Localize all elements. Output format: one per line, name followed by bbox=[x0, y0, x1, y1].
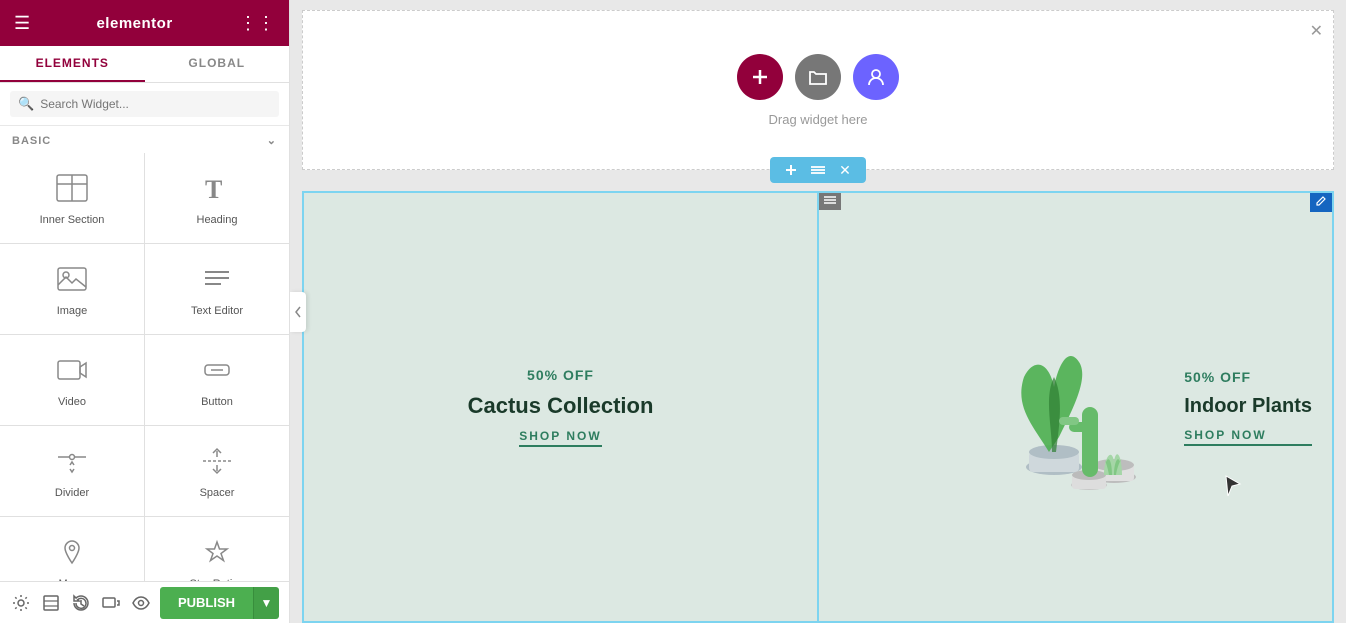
drop-zone-close-btn[interactable]: ✕ bbox=[1310, 21, 1323, 41]
cursor-icon bbox=[1224, 474, 1242, 501]
widgets-grid: Inner Section T Heading Image Text Edito… bbox=[0, 153, 289, 581]
search-input[interactable] bbox=[40, 97, 271, 111]
collapse-handle[interactable] bbox=[290, 292, 306, 332]
banner-right: 50% OFF Indoor Plants SHOP NOW bbox=[817, 193, 1332, 621]
search-icon: 🔍 bbox=[18, 96, 34, 112]
widget-maps[interactable]: Maps bbox=[0, 517, 144, 581]
divider-icon bbox=[56, 447, 88, 479]
tab-elements[interactable]: ELEMENTS bbox=[0, 46, 145, 82]
panel-tabs: ELEMENTS GLOBAL bbox=[0, 46, 289, 83]
banner-right-discount: 50% OFF bbox=[1184, 369, 1312, 385]
section-close-btn[interactable]: ✕ bbox=[832, 157, 858, 183]
publish-main-btn[interactable]: PUBLISH bbox=[160, 587, 253, 619]
section-add-btn[interactable] bbox=[778, 157, 804, 183]
section-label[interactable]: BASIC ⌄ bbox=[0, 126, 289, 153]
image-icon bbox=[56, 265, 88, 297]
canvas-content: ✕ Drag widget here bbox=[290, 0, 1346, 623]
search-input-wrap: 🔍 bbox=[10, 91, 279, 117]
section-move-btn[interactable] bbox=[804, 157, 832, 183]
add-section-btn[interactable] bbox=[737, 54, 783, 100]
widget-button[interactable]: Button bbox=[145, 335, 289, 425]
column-edit-btn[interactable] bbox=[1310, 193, 1332, 212]
video-icon bbox=[56, 356, 88, 388]
star-rating-icon bbox=[201, 538, 233, 570]
add-template-btn[interactable] bbox=[853, 54, 899, 100]
grid-icon[interactable]: ⋮⋮ bbox=[239, 13, 275, 34]
widget-image[interactable]: Image bbox=[0, 244, 144, 334]
section-toolbar: ✕ bbox=[770, 157, 866, 183]
publish-dropdown-btn[interactable]: ▼ bbox=[253, 587, 279, 619]
widget-text-editor-label: Text Editor bbox=[191, 305, 243, 317]
spacer-icon bbox=[201, 447, 233, 479]
widget-spacer-label: Spacer bbox=[200, 487, 235, 499]
widget-video[interactable]: Video bbox=[0, 335, 144, 425]
inner-section-icon bbox=[56, 174, 88, 206]
banner-right-cta[interactable]: SHOP NOW bbox=[1184, 428, 1312, 446]
publish-btn: PUBLISH ▼ bbox=[160, 587, 279, 619]
widget-button-label: Button bbox=[201, 396, 233, 408]
add-template-folder-btn[interactable] bbox=[795, 54, 841, 100]
banner-left-title: Cactus Collection bbox=[468, 393, 654, 419]
collapse-icon: ⌄ bbox=[267, 134, 277, 147]
add-buttons bbox=[737, 54, 899, 100]
canvas-area: ✕ Drag widget here bbox=[290, 0, 1346, 623]
button-icon bbox=[201, 356, 233, 388]
panel-header: ☰ elementor ⋮⋮ bbox=[0, 0, 289, 46]
widget-divider[interactable]: Divider bbox=[0, 426, 144, 516]
heading-icon: T bbox=[201, 174, 233, 206]
banner-left-discount: 50% OFF bbox=[527, 367, 594, 383]
svg-text:T: T bbox=[205, 175, 222, 202]
preview-btn[interactable] bbox=[130, 589, 152, 617]
tab-global[interactable]: GLOBAL bbox=[145, 46, 290, 82]
history-btn[interactable] bbox=[70, 589, 92, 617]
widget-inner-section-label: Inner Section bbox=[40, 214, 105, 226]
plant-image bbox=[994, 307, 1174, 507]
responsive-btn[interactable] bbox=[100, 589, 122, 617]
section-toolbar-wrap: ✕ bbox=[290, 157, 1346, 183]
banner-right-text: 50% OFF Indoor Plants SHOP NOW bbox=[1184, 369, 1312, 446]
column-handle[interactable] bbox=[819, 193, 841, 210]
settings-btn[interactable] bbox=[10, 589, 32, 617]
banner-left-cta[interactable]: SHOP NOW bbox=[519, 429, 601, 447]
widget-spacer[interactable]: Spacer bbox=[145, 426, 289, 516]
hamburger-icon[interactable]: ☰ bbox=[14, 13, 30, 34]
widget-image-label: Image bbox=[57, 305, 88, 317]
app-title: elementor bbox=[96, 15, 172, 32]
left-panel: ☰ elementor ⋮⋮ ELEMENTS GLOBAL 🔍 BASIC ⌄… bbox=[0, 0, 290, 623]
widget-video-label: Video bbox=[58, 396, 86, 408]
widget-inner-section[interactable]: Inner Section bbox=[0, 153, 144, 243]
bottom-toolbar: PUBLISH ▼ bbox=[0, 581, 289, 623]
maps-icon bbox=[56, 538, 88, 570]
search-wrapper: 🔍 bbox=[0, 83, 289, 126]
banner-left: 50% OFF Cactus Collection SHOP NOW bbox=[304, 193, 817, 621]
widget-star-rating[interactable]: Star Rating bbox=[145, 517, 289, 581]
layers-btn[interactable] bbox=[40, 589, 62, 617]
banners-row: 50% OFF Cactus Collection SHOP NOW bbox=[302, 191, 1334, 623]
widget-heading[interactable]: T Heading bbox=[145, 153, 289, 243]
widget-heading-label: Heading bbox=[197, 214, 238, 226]
widget-text-editor[interactable]: Text Editor bbox=[145, 244, 289, 334]
banner-right-title: Indoor Plants bbox=[1184, 395, 1312, 418]
drop-zone-text: Drag widget here bbox=[769, 112, 868, 127]
text-editor-icon bbox=[201, 265, 233, 297]
widget-divider-label: Divider bbox=[55, 487, 89, 499]
drop-zone: ✕ Drag widget here bbox=[302, 10, 1334, 170]
